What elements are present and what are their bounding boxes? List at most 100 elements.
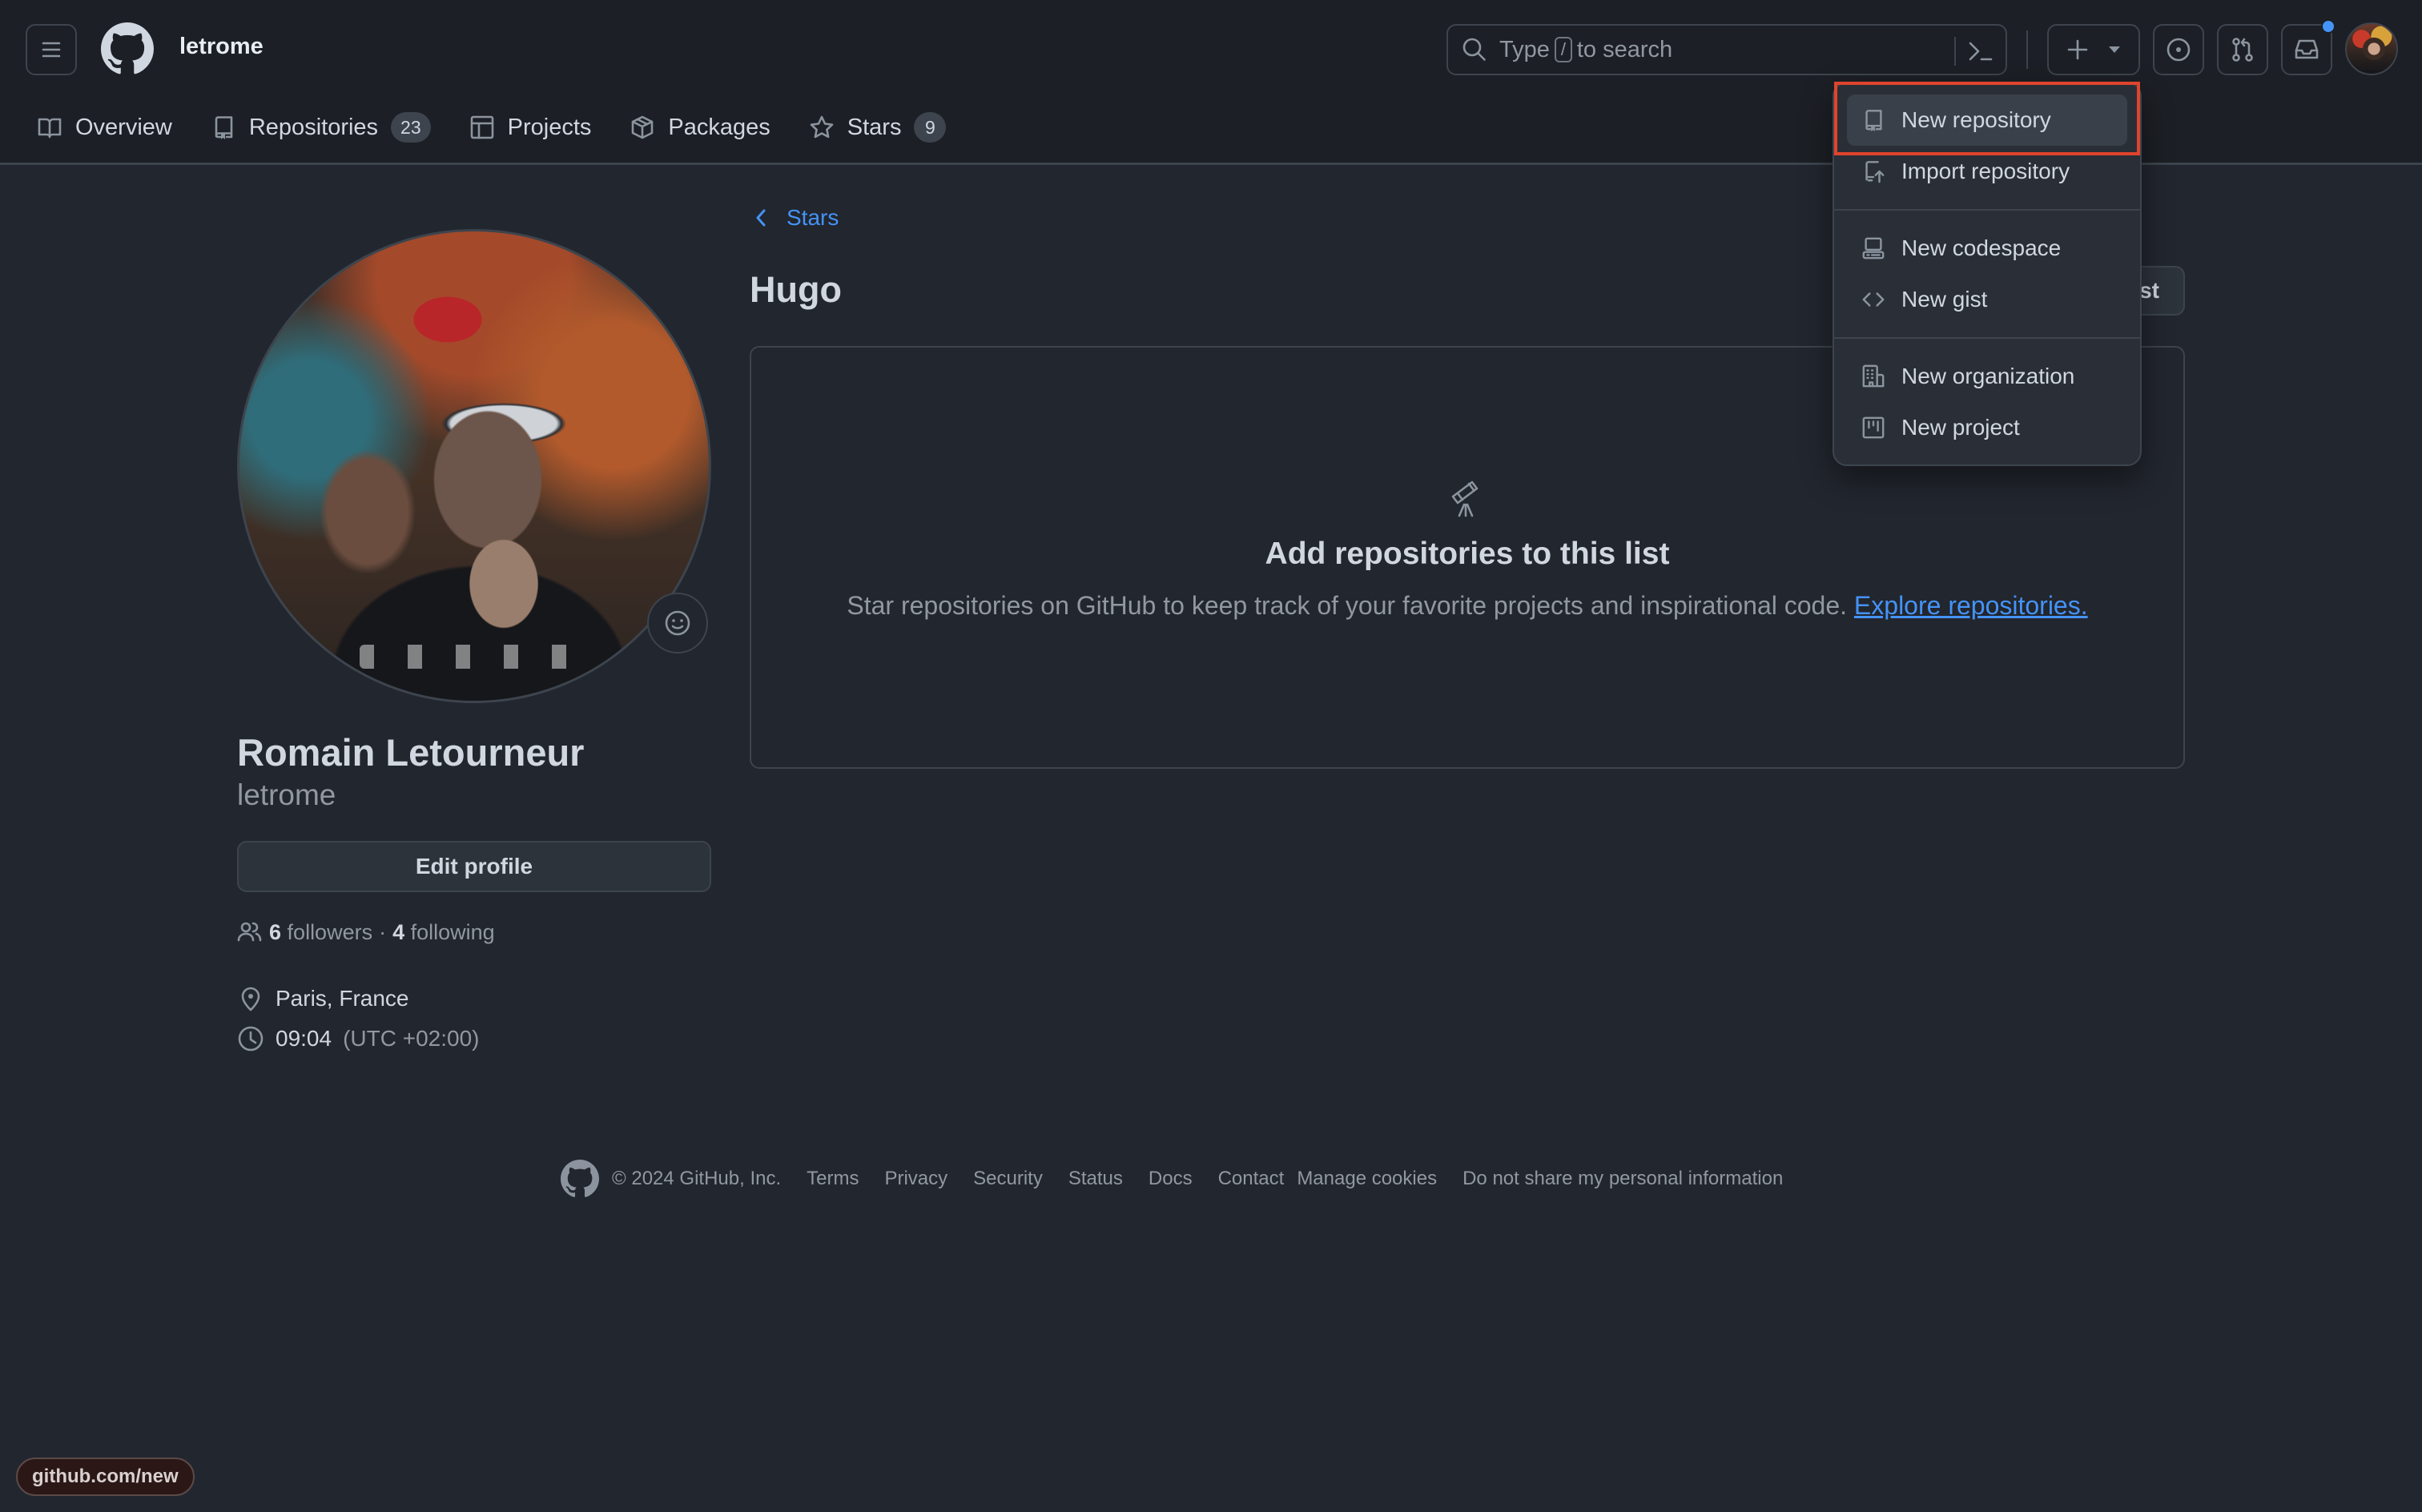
list-title: Hugo [750,269,842,310]
menu-divider [1834,209,2140,211]
tab-packages[interactable]: Packages [630,115,770,141]
clock-icon [238,1026,264,1052]
tab-repositories[interactable]: Repositories 23 [211,112,431,143]
pull-requests-button[interactable] [2217,24,2268,75]
edit-profile-button[interactable]: Edit profile [237,841,711,892]
create-new-button[interactable] [2047,24,2140,75]
footer-link-terms[interactable]: Terms [807,1168,859,1190]
link-hover-url: github.com/new [16,1458,195,1496]
search-shortcut-key: / [1554,37,1572,62]
organization-icon [1862,364,1885,388]
plus-icon [2067,39,2088,60]
header-divider [2026,30,2028,69]
footer-link-docs[interactable]: Docs [1149,1168,1193,1190]
menu-item-label: New codespace [1901,235,2062,260]
book-icon [38,118,62,139]
smiley-icon [665,610,690,636]
footer-link-status[interactable]: Status [1068,1168,1123,1190]
edit-list-label: st [2139,278,2159,303]
table-icon [470,115,493,139]
inbox-icon [2295,39,2319,59]
footer-link-do-not-share[interactable]: Do not share my personal information [1462,1168,1783,1190]
notification-indicator [2321,19,2336,34]
followers-count: 6 [269,919,282,944]
git-pull-request-icon [2232,38,2253,62]
footer-copyright: © 2024 GitHub, Inc. [612,1168,782,1189]
hamburger-icon [42,42,61,58]
follow-stats: 6 followers · 4 following [237,919,495,945]
menu-item-new-gist[interactable]: New gist [1847,274,2127,325]
stars-count: 9 [914,112,947,143]
user-avatar-button[interactable] [2345,22,2398,75]
search-icon [1462,38,1486,61]
repositories-count: 23 [391,112,431,143]
profile-nav: Overview Repositories 23 Projects Packag… [37,109,984,146]
footer-link-manage-cookies[interactable]: Manage cookies [1297,1168,1437,1190]
follow-separator: · [379,919,387,944]
footer-link-security[interactable]: Security [973,1168,1043,1190]
menu-button[interactable] [26,24,77,75]
location-text: Paris, France [276,986,409,1011]
profile-full-name: Romain Letourneur [237,731,585,774]
issues-button[interactable] [2153,24,2204,75]
repo-icon [1865,110,1882,132]
repo-icon [215,116,233,139]
search-input[interactable]: Type / to search [1446,24,2007,75]
issue-opened-icon [2167,38,2191,62]
tab-projects[interactable]: Projects [469,114,592,141]
menu-item-new-repository[interactable]: New repository [1847,94,2127,146]
project-icon [1862,416,1885,439]
blankslate-text: Star repositories on GitHub to keep trac… [847,591,1848,620]
followers-label: followers [287,919,373,944]
blankslate-description: Star repositories on GitHub to keep trac… [751,591,2183,621]
blankslate-title: Add repositories to this list [1265,537,1670,571]
set-status-button[interactable] [647,593,708,653]
menu-item-label: New repository [1901,107,2051,132]
github-logo[interactable] [101,22,154,75]
menu-item-new-codespace[interactable]: New codespace [1847,223,2127,274]
footer-link-contact[interactable]: Contact [1218,1168,1285,1190]
profile-local-time: 09:04 (UTC +02:00) [237,1025,479,1052]
menu-item-new-project[interactable]: New project [1847,402,2127,453]
people-icon [237,922,262,942]
tab-label: Repositories [248,114,379,140]
notifications-button[interactable] [2281,19,2336,75]
back-to-stars-link[interactable]: Stars [753,205,839,231]
profile-avatar[interactable] [237,229,711,703]
timezone-text: (UTC +02:00) [343,1026,480,1051]
back-label: Stars [787,205,839,230]
tab-overview[interactable]: Overview [37,115,172,141]
profile-username: letrome [237,778,336,811]
command-palette-button[interactable] [1965,37,1994,66]
following-link[interactable]: 4 following [392,920,495,945]
menu-divider [1834,337,2140,339]
terminal-icon [1969,42,1993,61]
context-owner-link[interactable]: letrome [179,34,264,60]
profile-location: Paris, France [237,985,409,1012]
search-placeholder-suffix: to search [1576,36,1673,62]
github-mark-icon[interactable] [561,1160,599,1198]
code-icon [1862,292,1885,307]
menu-item-label: New project [1901,415,2020,440]
create-new-menu: New repository Import repository New cod… [1833,82,2142,466]
codespaces-icon [1862,237,1885,259]
triangle-down-icon [2109,46,2120,53]
telescope-icon [1451,481,1479,517]
footer-link-privacy[interactable]: Privacy [884,1168,947,1190]
menu-item-import-repository[interactable]: Import repository [1847,146,2127,197]
tab-label: Stars [847,114,902,140]
location-icon [241,987,260,1011]
site-footer: © 2024 GitHub, Inc. Terms Privacy Securi… [561,1160,1808,1198]
menu-item-new-organization[interactable]: New organization [1847,351,2127,402]
search-divider [1954,37,1956,66]
following-count: 4 [392,919,405,944]
tab-label: Packages [668,114,770,140]
followers-link[interactable]: 6 followers [269,920,372,945]
github-mark-icon [101,22,154,74]
local-time-text: 09:04 [276,1026,332,1051]
avatar-sweater-pattern [360,645,600,669]
tab-stars[interactable]: Stars 9 [809,112,947,143]
tab-label: Projects [507,114,592,140]
explore-repositories-link[interactable]: Explore repositories. [1854,591,2088,620]
following-label: following [410,919,495,944]
